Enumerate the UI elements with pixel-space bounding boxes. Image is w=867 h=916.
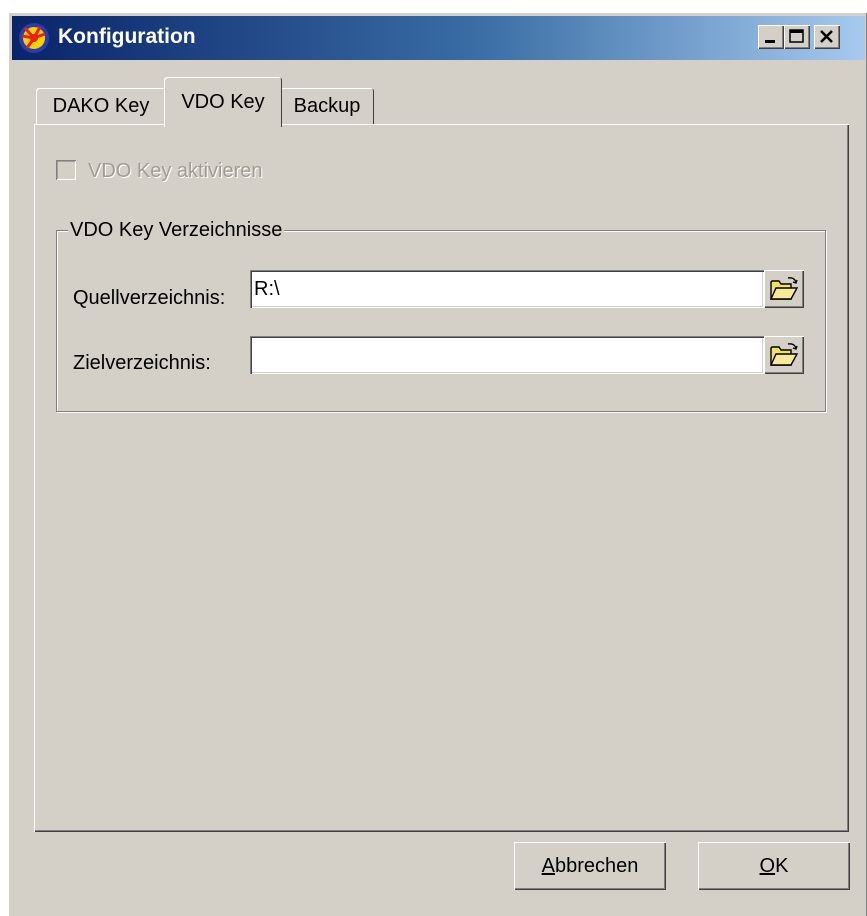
button-label: K xyxy=(775,854,789,877)
maximize-icon xyxy=(789,29,804,43)
config-dialog: Konfiguration DAKO Key VDO Key Backup VD… xyxy=(8,12,867,916)
ok-button[interactable]: OK xyxy=(698,842,850,890)
minimize-button[interactable] xyxy=(758,25,784,49)
app-sun-icon xyxy=(18,22,50,54)
tab-dako-key[interactable]: DAKO Key xyxy=(36,88,166,124)
tab-panel-vdo-key xyxy=(34,124,849,832)
tab-label: DAKO Key xyxy=(52,94,150,117)
maximize-button[interactable] xyxy=(784,25,810,49)
tab-label: VDO Key xyxy=(181,90,265,113)
close-button[interactable] xyxy=(814,25,840,49)
mnemonic-letter: A xyxy=(541,854,555,877)
mnemonic-letter: O xyxy=(759,854,776,877)
title-bar[interactable]: Konfiguration xyxy=(12,16,865,60)
window-title: Konfiguration xyxy=(58,25,196,48)
minimize-icon xyxy=(765,40,775,43)
tab-vdo-key[interactable]: VDO Key xyxy=(164,77,282,127)
cancel-button[interactable]: Abbrechen xyxy=(514,842,666,890)
tab-label: Backup xyxy=(293,94,361,117)
tab-backup[interactable]: Backup xyxy=(280,88,374,124)
button-label: bbrechen xyxy=(554,854,639,877)
close-icon xyxy=(820,30,833,43)
